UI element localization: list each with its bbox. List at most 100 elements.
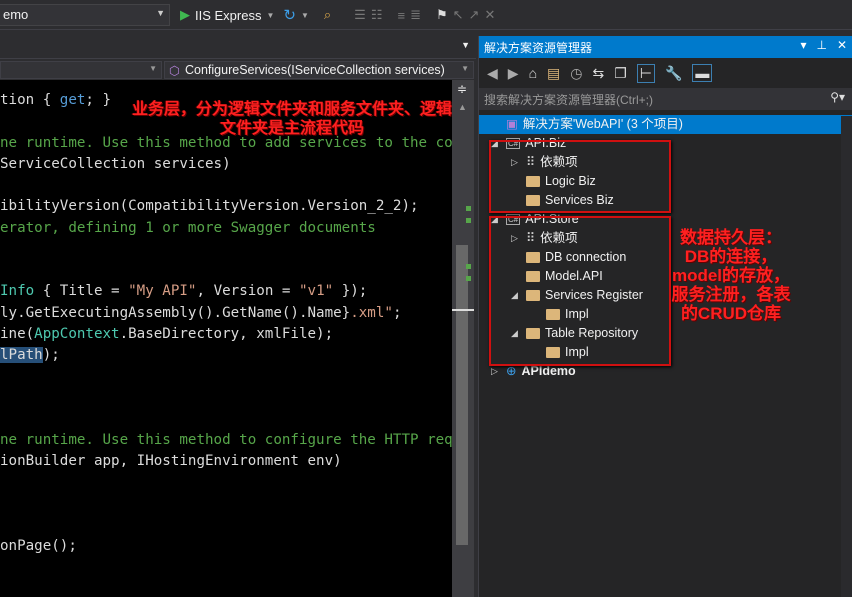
member-label: ConfigureServices(IServiceCollection ser… [185,63,445,77]
properties-icon[interactable]: 🔧 [665,65,682,82]
code-line: Info { Title = "My API", Version = "v1" … [0,281,367,302]
code-token: ionBuilder app, IHostingEnvironment env) [0,453,342,470]
code-token: erator, defining 1 or more Swagger docum… [0,219,376,236]
solution-explorer: 解决方案资源管理器 ▾ ⊥ ✕ ◀ ▶ ⌂ ▤ ◷ ⇆ ❐ ⊢ 🔧 ▬ 搜索解决方案资… [478,36,852,597]
solution-icon: ▣ [506,117,518,131]
change-marker [466,206,471,211]
code-line: ibilityVersion(CompatibilityVersion.Vers… [0,196,419,217]
code-editor[interactable]: tion { get; } ne runtime. Use this method… [0,80,452,597]
back-icon[interactable]: ◀ [487,65,498,82]
outdent-icon[interactable]: ☷ [371,7,383,23]
main-toolbar: emo ▼ ▶ IIS Express ▼ ↻ ▼ ⌕ ☰ ☷ ≡ ≣ ⚑ ↖ ↗… [0,0,852,30]
code-token: , Version = [196,283,299,300]
highlight-box-biz [489,140,671,213]
pending-changes-icon[interactable]: ◷ [570,65,582,82]
code-token: ly.GetExecutingAssembly().GetName().Name… [0,304,351,321]
solution-explorer-toolbar: ◀ ▶ ⌂ ▤ ◷ ⇆ ❐ ⊢ 🔧 ▬ [479,60,852,86]
solution-scrollbar[interactable] [841,116,852,597]
code-line: ServiceCollection services) [0,154,231,175]
chevron-down-icon: ▼ [300,10,309,20]
show-all-files-icon[interactable]: ⊢ [636,63,655,83]
editor-scrollbar[interactable]: ≑ ▲ [452,80,474,597]
change-marker [466,218,471,223]
code-line: erator, defining 1 or more Swagger docum… [0,218,376,239]
code-token: .xml" [350,304,393,321]
code-token: Info [0,283,35,300]
code-line: tion { get; } [0,90,111,111]
code-token: ; } [85,92,112,108]
code-line: lPath); [0,345,60,366]
code-token: onPage(); [0,538,77,555]
code-token: ServiceCollection services) [0,155,231,172]
search-placeholder: 搜索解决方案资源管理器(Ctrl+;) [484,93,653,107]
next-bookmark-icon[interactable]: ↗ [469,7,480,23]
startup-project-value: emo [3,7,29,22]
switch-views-icon[interactable]: ▤ [547,65,560,82]
caret-marker [452,309,474,311]
code-token: }); [333,283,368,300]
panel-title: 解决方案资源管理器 [484,41,593,55]
tab-strip: ▼ [0,30,476,58]
preview-icon[interactable]: ▬ [692,64,713,82]
code-token: ne runtime. Use this method to configure… [0,432,452,448]
indent-icon[interactable]: ☰ [354,7,366,23]
highlight-box-store [489,216,671,366]
member-select[interactable]: ⬡ ConfigureServices(IServiceCollection s… [164,61,474,79]
code-token: lPath [0,347,43,363]
split-icon[interactable]: ≑ [457,82,467,96]
code-token: ibilityVersion(CompatibilityVersion.Vers… [0,198,419,215]
annotation-store-layer: 数据持久层：DB的连接，model的存放，服务注册，各表的CRUD仓库 [671,228,791,323]
sync-icon[interactable]: ⇆ [592,65,604,82]
code-line: ne runtime. Use this method to configure… [0,430,452,451]
code-line: ionBuilder app, IHostingEnvironment env) [0,451,342,472]
uncomment-icon[interactable]: ≣ [410,7,421,23]
bookmark-icon[interactable]: ⚑ [436,7,448,23]
chevron-down-icon: ▼ [156,8,165,18]
run-target-label: IIS Express [195,7,262,23]
change-marker [466,264,471,269]
method-icon: ⬡ [169,64,180,78]
code-token: ); [42,347,60,363]
code-token: tion { [0,92,60,108]
refresh-icon[interactable]: ↻ [283,6,296,24]
search-icon[interactable]: ⚲▾ [830,90,845,104]
home-icon[interactable]: ⌂ [529,65,537,81]
pin-icon[interactable]: ⊥ [816,38,826,52]
clear-bookmarks-icon[interactable]: ✕ [484,7,495,23]
tab-list-dropdown-icon[interactable]: ▼ [461,40,470,50]
code-token: .BaseDirectory, xmlFile); [119,325,334,342]
chevron-down-icon: ▼ [149,64,157,73]
scroll-up-icon[interactable]: ▲ [458,102,467,112]
forward-icon[interactable]: ▶ [508,65,519,82]
change-marker [466,276,471,281]
find-icon[interactable]: ⌕ [324,7,331,23]
comment-icon[interactable]: ≡ [397,8,405,23]
code-token: { Title = [34,283,129,300]
code-line: ly.GetExecutingAssembly().GetName().Name… [0,303,401,324]
code-line: ine(AppContext.BaseDirectory, xmlFile); [0,324,333,345]
play-icon: ▶ [180,7,190,22]
code-token: get [59,92,86,108]
chevron-down-icon: ▼ [266,10,275,20]
code-token: AppContext [34,325,120,342]
code-line: onPage(); [0,536,77,557]
solution-explorer-title-bar: 解决方案资源管理器 ▾ ⊥ ✕ [479,36,852,58]
tree-item-solution[interactable]: ▣ 解决方案'WebAPI' (3 个项目) [479,115,852,134]
type-select[interactable]: ▼ [0,61,162,79]
close-icon[interactable]: ✕ [837,38,847,52]
code-token: ; [392,304,402,321]
prev-bookmark-icon[interactable]: ↖ [453,7,464,23]
startup-project-select[interactable]: emo ▼ [0,4,170,26]
code-token: "My API" [128,283,197,300]
chevron-down-icon: ▼ [461,64,469,73]
code-token: "v1" [298,283,334,300]
code-token: ine( [0,325,35,342]
run-button[interactable]: ▶ IIS Express ▼ ↻ ▼ ⌕ ☰ ☷ ≡ ≣ ⚑ ↖ ↗ ✕ [180,6,495,24]
annotation-biz-layer: 业务层，分为逻辑文件夹和服务文件夹、逻辑文件夹是主流程代码 [132,101,453,137]
scroll-thumb[interactable] [456,245,468,545]
solution-search-input[interactable]: 搜索解决方案资源管理器(Ctrl+;) ⚲▾ [479,88,852,110]
dropdown-icon[interactable]: ▾ [800,38,806,52]
navigation-bar: ▼ ⬡ ConfigureServices(IServiceCollection… [0,58,476,80]
collapse-all-icon[interactable]: ❐ [614,65,627,82]
tree-item-label: 解决方案'WebAPI' (3 个项目) [522,117,683,131]
